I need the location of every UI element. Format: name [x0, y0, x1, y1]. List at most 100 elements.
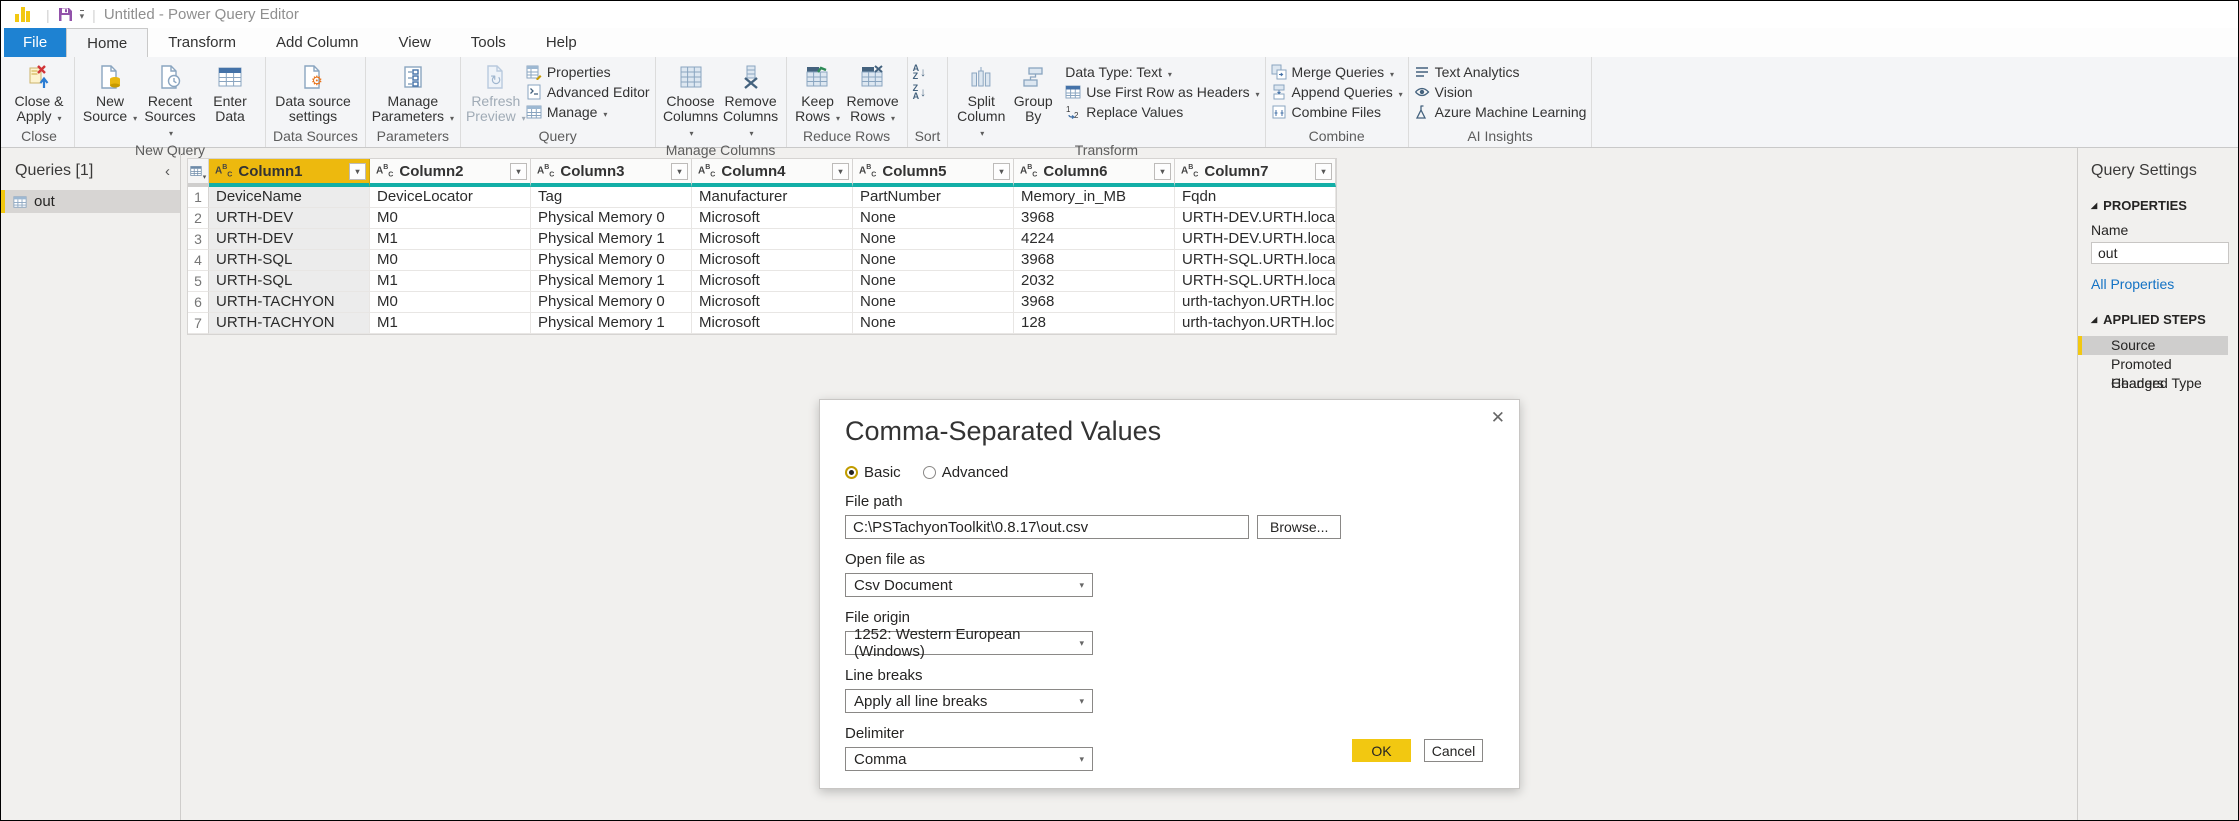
table-cell[interactable]: URTH-SQL.URTH.local: [1175, 250, 1336, 271]
collapse-panel-icon[interactable]: ‹: [165, 163, 170, 180]
table-cell[interactable]: M1: [370, 229, 531, 250]
data-type-button[interactable]: Data Type: Text ▾: [1065, 63, 1259, 81]
table-cell[interactable]: None: [853, 250, 1014, 271]
file-origin-select[interactable]: 1252: Western European (Windows) ▾: [845, 631, 1093, 655]
table-cell[interactable]: None: [853, 208, 1014, 229]
table-cell[interactable]: DeviceName: [209, 187, 370, 208]
table-cell[interactable]: 3968: [1014, 292, 1175, 313]
table-cell[interactable]: URTH-DEV: [209, 208, 370, 229]
table-cell[interactable]: Physical Memory 0: [531, 208, 692, 229]
table-cell[interactable]: Tag: [531, 187, 692, 208]
table-cell[interactable]: URTH-DEV.URTH.local: [1175, 229, 1336, 250]
vision-button[interactable]: Vision: [1414, 83, 1587, 101]
table-cell[interactable]: PartNumber: [853, 187, 1014, 208]
merge-queries-button[interactable]: Merge Queries ▾: [1271, 63, 1403, 81]
browse-button[interactable]: Browse...: [1257, 515, 1341, 539]
table-cell[interactable]: M1: [370, 313, 531, 334]
combine-files-button[interactable]: Combine Files: [1271, 103, 1403, 121]
table-cell[interactable]: Memory_in_MB: [1014, 187, 1175, 208]
remove-columns-button[interactable]: Remove Columns ▾: [721, 60, 781, 141]
applied-steps-section-header[interactable]: ◢ APPLIED STEPS: [2091, 312, 2228, 327]
tab-add-column[interactable]: Add Column: [256, 28, 379, 57]
ok-button[interactable]: OK: [1352, 739, 1411, 762]
row-number[interactable]: 1: [188, 187, 209, 208]
column-header-column3[interactable]: ABC Column3 ▾: [531, 159, 692, 187]
table-cell[interactable]: Physical Memory 1: [531, 271, 692, 292]
applied-step-item[interactable]: Promoted Headers: [2078, 355, 2228, 374]
row-number[interactable]: 2: [188, 208, 209, 229]
table-cell[interactable]: Fqdn: [1175, 187, 1336, 208]
properties-section-header[interactable]: ◢ PROPERTIES: [2091, 198, 2228, 213]
remove-rows-button[interactable]: Remove Rows ▾: [844, 60, 902, 126]
azure-ml-button[interactable]: Azure Machine Learning: [1414, 103, 1587, 121]
table-cell[interactable]: 4224: [1014, 229, 1175, 250]
new-source-button[interactable]: New Source ▾: [80, 60, 140, 126]
data-source-settings-button[interactable]: ⚙ Data source settings: [271, 60, 355, 124]
tab-view[interactable]: View: [379, 28, 451, 57]
column-header-column5[interactable]: ABC Column5 ▾: [853, 159, 1014, 187]
sort-descending-button[interactable]: ZA↓: [913, 84, 927, 100]
group-by-button[interactable]: Group By: [1009, 60, 1057, 124]
table-cell[interactable]: Microsoft: [692, 229, 853, 250]
table-cell[interactable]: URTH-DEV.URTH.local: [1175, 208, 1336, 229]
line-breaks-select[interactable]: Apply all line breaks ▾: [845, 689, 1093, 713]
filter-button[interactable]: ▾: [832, 163, 849, 180]
table-cell[interactable]: Microsoft: [692, 292, 853, 313]
quick-access-dropdown-icon[interactable]: ▾: [80, 10, 85, 20]
table-cell[interactable]: M0: [370, 250, 531, 271]
row-number[interactable]: 7: [188, 313, 209, 334]
table-cell[interactable]: M0: [370, 292, 531, 313]
tab-tools[interactable]: Tools: [451, 28, 526, 57]
save-icon[interactable]: [58, 7, 73, 22]
column-header-column7[interactable]: ABC Column7 ▾: [1175, 159, 1336, 187]
column-header-column2[interactable]: ABC Column2 ▾: [370, 159, 531, 187]
tab-transform[interactable]: Transform: [148, 28, 256, 57]
column-header-column6[interactable]: ABC Column6 ▾: [1014, 159, 1175, 187]
table-cell[interactable]: M1: [370, 271, 531, 292]
row-number[interactable]: 3: [188, 229, 209, 250]
table-cell[interactable]: Physical Memory 1: [531, 313, 692, 334]
replace-values-button[interactable]: 12 Replace Values: [1065, 103, 1259, 121]
tab-home[interactable]: Home: [66, 28, 148, 57]
append-queries-button[interactable]: Append Queries ▾: [1271, 83, 1403, 101]
table-cell[interactable]: URTH-SQL: [209, 250, 370, 271]
table-cell[interactable]: URTH-DEV: [209, 229, 370, 250]
filter-button[interactable]: ▾: [349, 163, 366, 180]
table-cell[interactable]: None: [853, 229, 1014, 250]
recent-sources-button[interactable]: Recent Sources ▾: [140, 60, 200, 141]
table-cell[interactable]: 3968: [1014, 208, 1175, 229]
tab-help[interactable]: Help: [526, 28, 597, 57]
table-cell[interactable]: Microsoft: [692, 271, 853, 292]
filter-button[interactable]: ▾: [1315, 163, 1332, 180]
table-cell[interactable]: URTH-TACHYON: [209, 292, 370, 313]
keep-rows-button[interactable]: Keep Rows ▾: [792, 60, 844, 126]
applied-step-item[interactable]: Source: [2078, 336, 2228, 355]
properties-button[interactable]: Properties: [526, 63, 650, 81]
filter-button[interactable]: ▾: [510, 163, 527, 180]
basic-radio[interactable]: Basic: [845, 464, 901, 481]
tab-file[interactable]: File: [4, 28, 66, 57]
table-cell[interactable]: Microsoft: [692, 208, 853, 229]
table-cell[interactable]: urth-tachyon.URTH.local: [1175, 292, 1336, 313]
column-header-column4[interactable]: ABC Column4 ▾: [692, 159, 853, 187]
row-number[interactable]: 4: [188, 250, 209, 271]
manage-parameters-button[interactable]: Manage Parameters ▾: [371, 60, 455, 126]
choose-columns-button[interactable]: Choose Columns ▾: [661, 60, 721, 141]
close-icon[interactable]: ✕: [1491, 408, 1505, 428]
table-cell[interactable]: 2032: [1014, 271, 1175, 292]
table-cell[interactable]: urth-tachyon.URTH.local: [1175, 313, 1336, 334]
table-cell[interactable]: Physical Memory 0: [531, 292, 692, 313]
select-all-button[interactable]: ▾: [188, 159, 209, 187]
query-list-item[interactable]: out: [1, 190, 180, 213]
cancel-button[interactable]: Cancel: [1424, 739, 1483, 762]
use-first-row-as-headers-button[interactable]: Use First Row as Headers ▾: [1065, 83, 1259, 101]
sort-ascending-button[interactable]: AZ↓: [913, 64, 927, 80]
text-analytics-button[interactable]: Text Analytics: [1414, 63, 1587, 81]
table-cell[interactable]: Physical Memory 1: [531, 229, 692, 250]
table-cell[interactable]: 128: [1014, 313, 1175, 334]
table-cell[interactable]: Physical Memory 0: [531, 250, 692, 271]
file-path-input[interactable]: [845, 515, 1249, 539]
query-name-input[interactable]: [2091, 242, 2229, 264]
delimiter-select[interactable]: Comma ▾: [845, 747, 1093, 771]
table-cell[interactable]: Microsoft: [692, 250, 853, 271]
